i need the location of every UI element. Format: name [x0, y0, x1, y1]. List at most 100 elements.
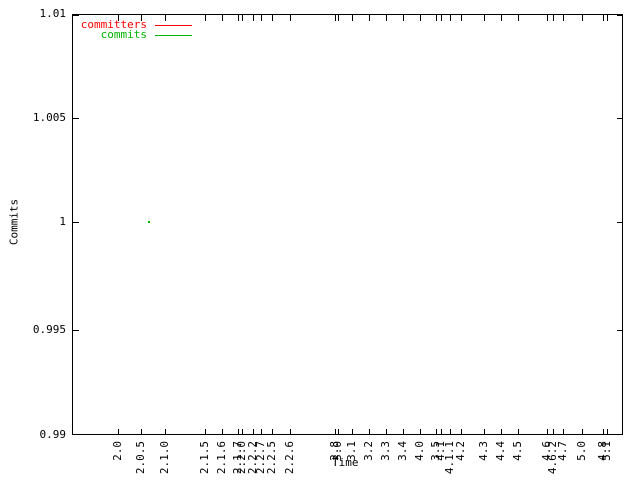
x-tick-mirror — [403, 15, 404, 21]
x-tick-label-text: 2.2.5 — [265, 441, 278, 475]
x-tick — [607, 429, 608, 435]
x-tick-label-text: 4.3 — [477, 441, 490, 461]
x-tick — [338, 429, 339, 435]
x-tick — [369, 429, 370, 435]
x-tick-label-text: 2.1.6 — [215, 441, 228, 475]
x-tick — [563, 429, 564, 435]
legend-line-sample — [155, 25, 192, 26]
x-tick — [238, 429, 239, 435]
y-tick — [73, 434, 79, 435]
x-tick — [461, 429, 462, 435]
legend-label: commits — [100, 28, 147, 41]
x-tick-mirror — [272, 15, 273, 21]
y-tick-label: 1.01 — [39, 7, 67, 20]
x-tick-label-text: 3.3 — [379, 441, 392, 461]
x-tick-label-text: 2.0.5 — [134, 441, 147, 475]
x-tick — [141, 429, 142, 435]
y-tick-mirror — [617, 118, 623, 119]
x-tick-mirror — [165, 15, 166, 21]
x-tick — [553, 429, 554, 435]
x-tick-mirror — [553, 15, 554, 21]
x-tick-mirror — [242, 15, 243, 21]
x-tick-mirror — [335, 15, 336, 21]
y-tick-mirror — [617, 15, 623, 16]
x-tick — [484, 429, 485, 435]
x-tick — [205, 429, 206, 435]
data-point-commits — [148, 221, 150, 223]
x-tick-mirror — [369, 15, 370, 21]
x-tick-label-text: 3.1 — [345, 441, 358, 461]
x-tick-label-text: 3.4 — [396, 441, 409, 461]
x-tick — [603, 429, 604, 435]
x-tick-mirror — [450, 15, 451, 21]
y-tick-mirror — [617, 222, 623, 223]
x-tick — [420, 429, 421, 435]
x-tick-mirror — [238, 15, 239, 21]
y-tick — [73, 118, 79, 119]
x-tick-mirror — [501, 15, 502, 21]
x-tick-label-text: 5.0 — [575, 441, 588, 461]
x-tick — [518, 429, 519, 435]
x-tick-label-text: 4.4 — [494, 441, 507, 461]
x-tick-mirror — [253, 15, 254, 21]
x-tick — [582, 429, 583, 435]
x-tick-mirror — [607, 15, 608, 21]
x-tick — [450, 429, 451, 435]
x-tick-label-text: 4.7 — [556, 441, 569, 461]
x-tick — [403, 429, 404, 435]
x-tick-mirror — [461, 15, 462, 21]
x-tick-mirror — [338, 15, 339, 21]
y-tick-mirror — [617, 330, 623, 331]
x-tick-label-text: 4.0 — [413, 441, 426, 461]
x-tick — [242, 429, 243, 435]
x-tick — [261, 429, 262, 435]
x-tick — [253, 429, 254, 435]
x-tick — [386, 429, 387, 435]
x-tick-label-text: 2.2.6 — [283, 441, 296, 475]
y-tick — [73, 222, 79, 223]
x-tick-label-text: 2.0 — [111, 441, 124, 461]
x-tick — [501, 429, 502, 435]
x-tick-mirror — [261, 15, 262, 21]
x-tick — [272, 429, 273, 435]
y-tick-mirror — [617, 434, 623, 435]
x-tick — [441, 429, 442, 435]
x-tick — [352, 429, 353, 435]
x-tick-mirror — [141, 15, 142, 21]
x-tick-label-text: 3.2 — [362, 441, 375, 461]
x-tick-mirror — [436, 15, 437, 21]
x-tick — [436, 429, 437, 435]
y-tick — [73, 330, 79, 331]
x-tick-mirror — [582, 15, 583, 21]
y-tick-label: 1.005 — [32, 111, 66, 124]
x-tick-mirror — [547, 15, 548, 21]
x-tick — [222, 429, 223, 435]
x-tick-label-text: 2.1.5 — [198, 441, 211, 475]
x-tick — [165, 429, 166, 435]
x-tick-mirror — [118, 15, 119, 21]
x-tick — [118, 429, 119, 435]
x-tick-mirror — [518, 15, 519, 21]
legend-entry: commits — [0, 28, 640, 42]
plot-area — [72, 14, 623, 435]
x-tick-mirror — [222, 15, 223, 21]
x-tick-mirror — [290, 15, 291, 21]
x-tick-mirror — [484, 15, 485, 21]
x-tick-mirror — [386, 15, 387, 21]
x-tick-label-text: 4.2 — [454, 441, 467, 461]
x-tick — [547, 429, 548, 435]
y-tick-label: 0.99 — [39, 428, 67, 441]
x-tick-mirror — [603, 15, 604, 21]
x-tick-mirror — [352, 15, 353, 21]
x-tick — [335, 429, 336, 435]
x-tick-mirror — [205, 15, 206, 21]
x-tick-mirror — [420, 15, 421, 21]
chart: Commits Time committers commits 2.0 2.0.5 2… — [0, 0, 640, 480]
y-tick — [73, 15, 79, 16]
x-tick-mirror — [563, 15, 564, 21]
x-tick-label-text: 2.1.0 — [158, 441, 171, 475]
y-tick-label: 0.995 — [32, 323, 66, 336]
legend-line-sample — [155, 35, 192, 36]
x-tick-label-text: 4.5 — [511, 441, 524, 461]
x-tick — [290, 429, 291, 435]
